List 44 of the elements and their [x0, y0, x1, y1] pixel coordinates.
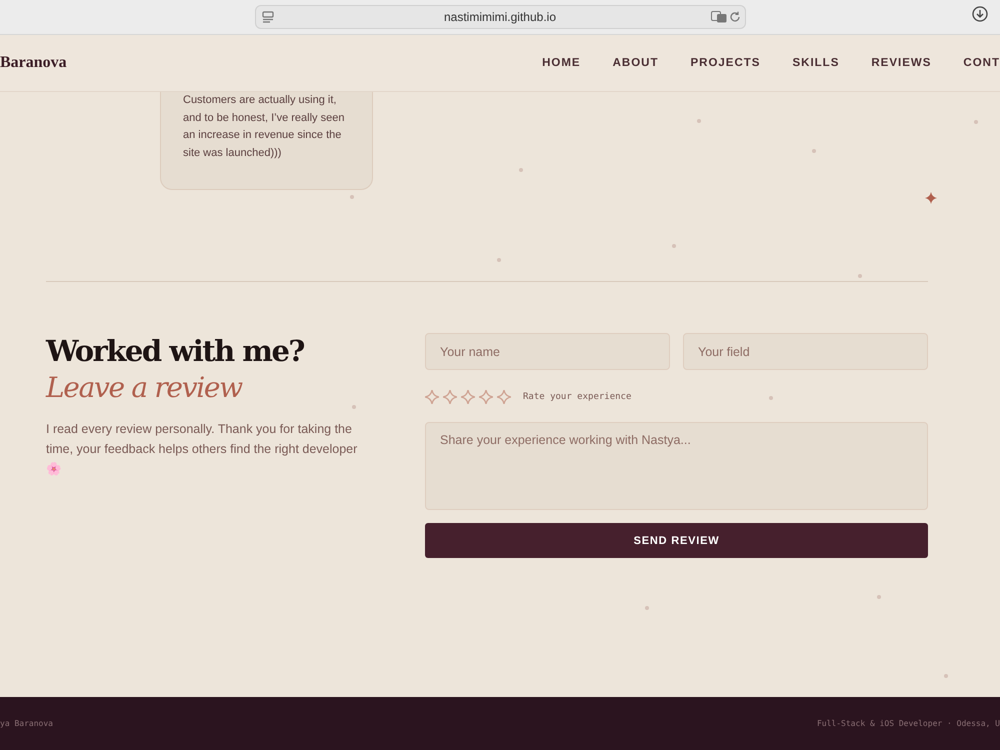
logo[interactable]: Baranova: [0, 54, 67, 72]
sparkle-dot: [645, 606, 649, 610]
sparkle-dot: [944, 674, 948, 678]
nav-link[interactable]: SKILLS: [792, 57, 840, 69]
field-field[interactable]: Your field: [683, 333, 928, 370]
star-icon[interactable]: [461, 390, 475, 404]
sparkle-dot: [858, 274, 862, 278]
star-icon[interactable]: [443, 390, 457, 404]
sparkle-dot: [519, 168, 523, 172]
message-field[interactable]: Share your experience working with Nastya...: [425, 422, 928, 510]
sparkle-dot: [350, 195, 354, 199]
nav-link[interactable]: REVIEWS: [871, 57, 932, 69]
footer-tagline: Full-Stack & iOS Developer · Odessa, U: [816, 719, 1000, 728]
nav-link[interactable]: CONT: [963, 57, 1000, 69]
nav-link[interactable]: PROJECTS: [690, 57, 760, 69]
sparkle-dot: [877, 595, 881, 599]
nav-link[interactable]: ABOUT: [612, 57, 658, 69]
sparkle-dot: [672, 244, 676, 248]
sparkle-dot: [697, 119, 701, 123]
star-icon[interactable]: [497, 390, 511, 404]
review-text: Customers are actually using it, and to be honest, I’ve really seen an increase in revenue since the site was launched))): [183, 93, 346, 162]
address-bar[interactable]: nastimimimi.github.io: [254, 5, 746, 29]
sparkle-dot: [812, 149, 816, 153]
address-text: nastimimimi.github.io: [444, 10, 556, 24]
sparkle-icon: [925, 192, 937, 204]
star-rating[interactable]: [425, 390, 511, 404]
sparkle-dot: [974, 120, 978, 124]
rating-label: Rate your experience: [523, 392, 632, 402]
section-subtitle: Leave a review: [46, 370, 244, 406]
sparkle-dot: [769, 396, 773, 400]
star-icon[interactable]: [425, 390, 439, 404]
star-icon[interactable]: [479, 390, 493, 404]
footer-name: ya Baranova: [0, 719, 53, 728]
nav-link[interactable]: HOME: [542, 57, 581, 69]
sparkle-dot: [497, 258, 501, 262]
sparkle-dot: [352, 405, 356, 409]
intro-text: I read every review personally. Thank you for taking the time, your feedback helps others find the right developer 🌸: [46, 421, 358, 478]
send-review-button[interactable]: SEND REVIEW: [425, 523, 928, 558]
translate-icon[interactable]: [710, 11, 726, 23]
reload-icon[interactable]: [728, 11, 740, 23]
download-icon[interactable]: [972, 6, 988, 22]
page-menu-icon[interactable]: [262, 11, 274, 23]
section-title: Worked with me?: [46, 333, 304, 369]
name-field[interactable]: Your name: [425, 333, 670, 370]
